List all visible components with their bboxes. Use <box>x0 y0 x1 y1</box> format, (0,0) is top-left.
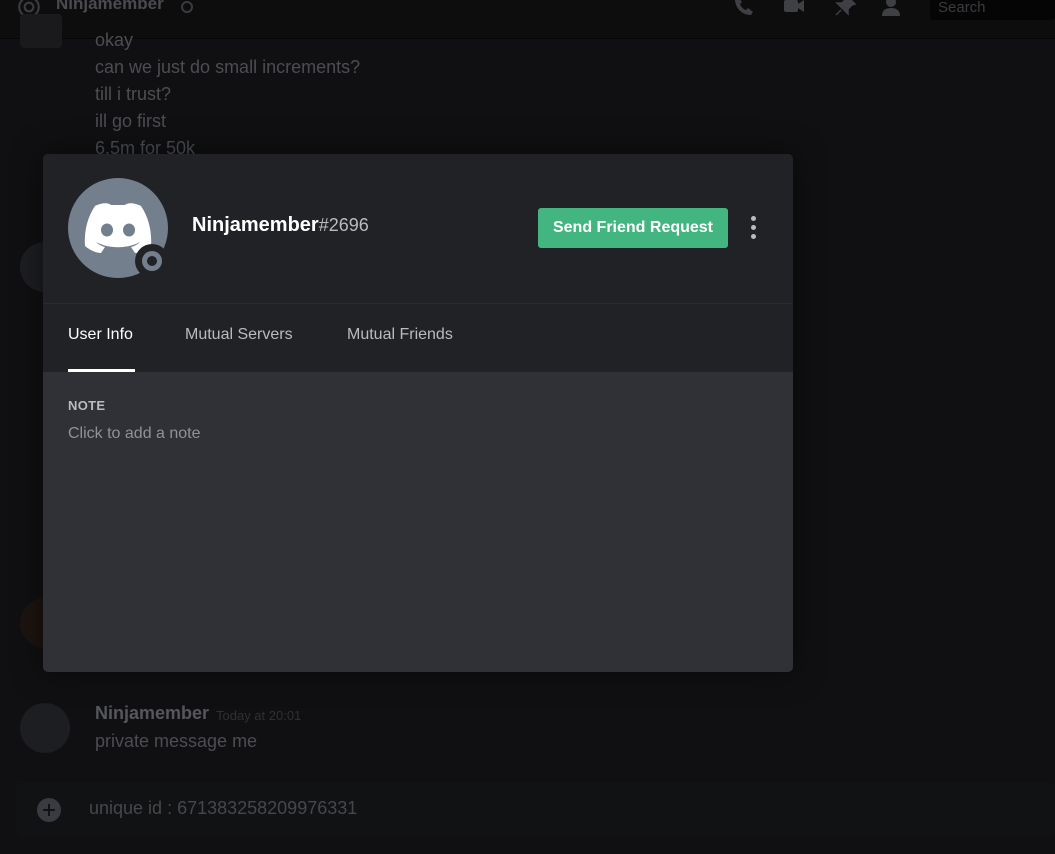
message-timestamp: Today at 20:01 <box>216 708 302 723</box>
tab-user-info[interactable]: User Info <box>68 326 133 344</box>
discriminator: #2696 <box>318 215 369 235</box>
more-options-icon[interactable] <box>743 214 763 242</box>
user-profile-modal: Ninjamember#2696 Send Friend Request Use… <box>43 154 793 672</box>
channel-name: Ninjamember <box>56 0 164 13</box>
active-tab-indicator <box>68 369 135 372</box>
message-composer[interactable]: unique id : 671383258209976331 <box>16 782 1055 836</box>
avatar <box>20 14 62 48</box>
tab-mutual-friends[interactable]: Mutual Friends <box>347 326 453 344</box>
avatar <box>20 703 70 753</box>
channel-header: Ninjamember Search <box>0 0 1055 39</box>
status-icon <box>181 1 193 13</box>
message-author[interactable]: Ninjamember <box>95 703 209 724</box>
profile-username: Ninjamember#2696 <box>192 214 369 237</box>
video-call-icon[interactable] <box>782 0 806 18</box>
note-label: NOTE <box>68 398 106 413</box>
message-text: ill go first <box>95 111 167 131</box>
send-friend-request-button[interactable]: Send Friend Request <box>538 208 728 248</box>
note-input[interactable]: Click to add a note <box>68 425 768 447</box>
message-text: till i trust? <box>95 84 172 104</box>
tab-mutual-servers[interactable]: Mutual Servers <box>185 326 293 344</box>
composer-input[interactable]: unique id : 671383258209976331 <box>89 798 357 819</box>
profile-header: Ninjamember#2696 Send Friend Request Use… <box>43 154 793 372</box>
message-text: private message me <box>95 731 258 751</box>
search-input[interactable]: Search <box>930 0 1055 20</box>
divider <box>43 303 793 304</box>
message-text: can we just do small increments? <box>95 57 361 77</box>
phone-call-icon[interactable] <box>732 0 756 18</box>
pin-icon[interactable] <box>833 0 857 18</box>
username: Ninjamember <box>192 214 319 236</box>
offline-status-icon <box>135 244 169 278</box>
message-text: okay <box>95 30 134 50</box>
add-member-icon[interactable] <box>881 0 905 18</box>
add-attachment-icon[interactable] <box>37 798 61 822</box>
